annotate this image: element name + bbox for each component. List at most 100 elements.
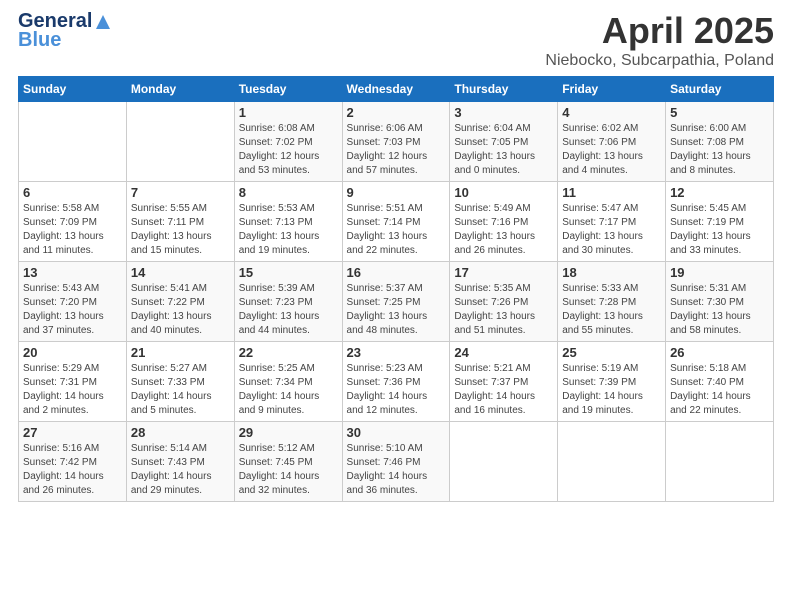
day-info: Sunrise: 5:43 AMSunset: 7:20 PMDaylight:… bbox=[23, 282, 122, 338]
dow-header-thursday: Thursday bbox=[450, 77, 558, 102]
day-number: 27 bbox=[23, 425, 122, 440]
day-number: 17 bbox=[454, 265, 553, 280]
day-info: Sunrise: 5:41 AMSunset: 7:22 PMDaylight:… bbox=[131, 282, 230, 338]
calendar-cell bbox=[19, 102, 127, 182]
logo: General Blue bbox=[18, 10, 112, 52]
day-number: 26 bbox=[670, 345, 769, 360]
calendar-cell bbox=[126, 102, 234, 182]
day-info: Sunrise: 5:29 AMSunset: 7:31 PMDaylight:… bbox=[23, 362, 122, 418]
calendar-cell: 18 Sunrise: 5:33 AMSunset: 7:28 PMDayligh… bbox=[558, 262, 666, 342]
day-number: 25 bbox=[562, 345, 661, 360]
day-number: 20 bbox=[23, 345, 122, 360]
calendar-cell: 11 Sunrise: 5:47 AMSunset: 7:17 PMDayligh… bbox=[558, 182, 666, 262]
day-of-week-row: SundayMondayTuesdayWednesdayThursdayFrid… bbox=[19, 77, 774, 102]
day-info: Sunrise: 6:04 AMSunset: 7:05 PMDaylight:… bbox=[454, 122, 553, 178]
calendar-cell: 21 Sunrise: 5:27 AMSunset: 7:33 PMDayligh… bbox=[126, 342, 234, 422]
day-number: 16 bbox=[347, 265, 446, 280]
day-number: 13 bbox=[23, 265, 122, 280]
day-number: 5 bbox=[670, 105, 769, 120]
calendar-cell: 27 Sunrise: 5:16 AMSunset: 7:42 PMDayligh… bbox=[19, 422, 127, 502]
calendar-cell: 3 Sunrise: 6:04 AMSunset: 7:05 PMDaylight… bbox=[450, 102, 558, 182]
logo-blue: Blue bbox=[18, 29, 61, 52]
day-info: Sunrise: 5:25 AMSunset: 7:34 PMDaylight:… bbox=[239, 362, 338, 418]
day-number: 11 bbox=[562, 185, 661, 200]
day-number: 8 bbox=[239, 185, 338, 200]
day-info: Sunrise: 5:27 AMSunset: 7:33 PMDaylight:… bbox=[131, 362, 230, 418]
day-number: 30 bbox=[347, 425, 446, 440]
calendar-cell: 1Sunrise: 6:08 AMSunset: 7:02 PMDaylight… bbox=[234, 102, 342, 182]
day-info: Sunrise: 5:35 AMSunset: 7:26 PMDaylight:… bbox=[454, 282, 553, 338]
day-number: 3 bbox=[454, 105, 553, 120]
dow-header-monday: Monday bbox=[126, 77, 234, 102]
day-info: Sunrise: 5:47 AMSunset: 7:17 PMDaylight:… bbox=[562, 202, 661, 258]
day-info: Sunrise: 5:10 AMSunset: 7:46 PMDaylight:… bbox=[347, 442, 446, 498]
day-info: Sunrise: 6:06 AMSunset: 7:03 PMDaylight:… bbox=[347, 122, 446, 178]
day-info: Sunrise: 6:00 AMSunset: 7:08 PMDaylight:… bbox=[670, 122, 769, 178]
main-title: April 2025 bbox=[545, 10, 774, 52]
day-info: Sunrise: 5:49 AMSunset: 7:16 PMDaylight:… bbox=[454, 202, 553, 258]
day-number: 23 bbox=[347, 345, 446, 360]
calendar-table: SundayMondayTuesdayWednesdayThursdayFrid… bbox=[18, 76, 774, 502]
calendar-cell: 6 Sunrise: 5:58 AMSunset: 7:09 PMDaylight… bbox=[19, 182, 127, 262]
day-info: Sunrise: 5:21 AMSunset: 7:37 PMDaylight:… bbox=[454, 362, 553, 418]
calendar-cell: 29 Sunrise: 5:12 AMSunset: 7:45 PMDayligh… bbox=[234, 422, 342, 502]
week-row-3: 13 Sunrise: 5:43 AMSunset: 7:20 PMDayligh… bbox=[19, 262, 774, 342]
calendar-cell: 23 Sunrise: 5:23 AMSunset: 7:36 PMDayligh… bbox=[342, 342, 450, 422]
day-number: 6 bbox=[23, 185, 122, 200]
day-info: Sunrise: 5:58 AMSunset: 7:09 PMDaylight:… bbox=[23, 202, 122, 258]
calendar-cell: 14Sunrise: 5:41 AMSunset: 7:22 PMDayligh… bbox=[126, 262, 234, 342]
day-number: 19 bbox=[670, 265, 769, 280]
day-number: 2 bbox=[347, 105, 446, 120]
calendar-cell: 25 Sunrise: 5:19 AMSunset: 7:39 PMDayligh… bbox=[558, 342, 666, 422]
day-info: Sunrise: 5:19 AMSunset: 7:39 PMDaylight:… bbox=[562, 362, 661, 418]
day-info: Sunrise: 5:33 AMSunset: 7:28 PMDaylight:… bbox=[562, 282, 661, 338]
day-info: Sunrise: 5:14 AMSunset: 7:43 PMDaylight:… bbox=[131, 442, 230, 498]
calendar-cell: 7 Sunrise: 5:55 AMSunset: 7:11 PMDaylight… bbox=[126, 182, 234, 262]
day-info: Sunrise: 5:51 AMSunset: 7:14 PMDaylight:… bbox=[347, 202, 446, 258]
day-info: Sunrise: 6:02 AMSunset: 7:06 PMDaylight:… bbox=[562, 122, 661, 178]
calendar-cell: 4Sunrise: 6:02 AMSunset: 7:06 PMDaylight… bbox=[558, 102, 666, 182]
day-info: Sunrise: 5:37 AMSunset: 7:25 PMDaylight:… bbox=[347, 282, 446, 338]
page: General Blue April 2025 Niebocko, Subcar… bbox=[0, 0, 792, 612]
calendar-cell: 9 Sunrise: 5:51 AMSunset: 7:14 PMDaylight… bbox=[342, 182, 450, 262]
calendar-cell: 15Sunrise: 5:39 AMSunset: 7:23 PMDayligh… bbox=[234, 262, 342, 342]
day-info: Sunrise: 5:12 AMSunset: 7:45 PMDaylight:… bbox=[239, 442, 338, 498]
day-info: Sunrise: 5:23 AMSunset: 7:36 PMDaylight:… bbox=[347, 362, 446, 418]
day-info: Sunrise: 5:18 AMSunset: 7:40 PMDaylight:… bbox=[670, 362, 769, 418]
day-number: 10 bbox=[454, 185, 553, 200]
calendar-cell: 28 Sunrise: 5:14 AMSunset: 7:43 PMDayligh… bbox=[126, 422, 234, 502]
day-number: 29 bbox=[239, 425, 338, 440]
day-info: Sunrise: 5:55 AMSunset: 7:11 PMDaylight:… bbox=[131, 202, 230, 258]
calendar-cell: 10 Sunrise: 5:49 AMSunset: 7:16 PMDayligh… bbox=[450, 182, 558, 262]
calendar-cell: 13 Sunrise: 5:43 AMSunset: 7:20 PMDayligh… bbox=[19, 262, 127, 342]
day-number: 28 bbox=[131, 425, 230, 440]
week-row-2: 6 Sunrise: 5:58 AMSunset: 7:09 PMDaylight… bbox=[19, 182, 774, 262]
calendar-cell: 12Sunrise: 5:45 AMSunset: 7:19 PMDayligh… bbox=[666, 182, 774, 262]
week-row-4: 20 Sunrise: 5:29 AMSunset: 7:31 PMDayligh… bbox=[19, 342, 774, 422]
calendar-cell bbox=[450, 422, 558, 502]
day-number: 7 bbox=[131, 185, 230, 200]
dow-header-wednesday: Wednesday bbox=[342, 77, 450, 102]
day-number: 1 bbox=[239, 105, 338, 120]
day-number: 18 bbox=[562, 265, 661, 280]
subtitle: Niebocko, Subcarpathia, Poland bbox=[545, 52, 774, 70]
dow-header-saturday: Saturday bbox=[666, 77, 774, 102]
calendar-cell: 24Sunrise: 5:21 AMSunset: 7:37 PMDayligh… bbox=[450, 342, 558, 422]
day-info: Sunrise: 5:16 AMSunset: 7:42 PMDaylight:… bbox=[23, 442, 122, 498]
dow-header-tuesday: Tuesday bbox=[234, 77, 342, 102]
header: General Blue April 2025 Niebocko, Subcar… bbox=[18, 10, 774, 70]
day-number: 21 bbox=[131, 345, 230, 360]
day-number: 22 bbox=[239, 345, 338, 360]
day-info: Sunrise: 5:53 AMSunset: 7:13 PMDaylight:… bbox=[239, 202, 338, 258]
calendar-cell: 16 Sunrise: 5:37 AMSunset: 7:25 PMDayligh… bbox=[342, 262, 450, 342]
title-block: April 2025 Niebocko, Subcarpathia, Polan… bbox=[545, 10, 774, 70]
calendar-cell: 30 Sunrise: 5:10 AMSunset: 7:46 PMDayligh… bbox=[342, 422, 450, 502]
day-info: Sunrise: 5:31 AMSunset: 7:30 PMDaylight:… bbox=[670, 282, 769, 338]
calendar-cell: 5 Sunrise: 6:00 AMSunset: 7:08 PMDaylight… bbox=[666, 102, 774, 182]
dow-header-friday: Friday bbox=[558, 77, 666, 102]
day-number: 12 bbox=[670, 185, 769, 200]
day-number: 9 bbox=[347, 185, 446, 200]
dow-header-sunday: Sunday bbox=[19, 77, 127, 102]
calendar-cell: 19 Sunrise: 5:31 AMSunset: 7:30 PMDayligh… bbox=[666, 262, 774, 342]
calendar-cell bbox=[666, 422, 774, 502]
